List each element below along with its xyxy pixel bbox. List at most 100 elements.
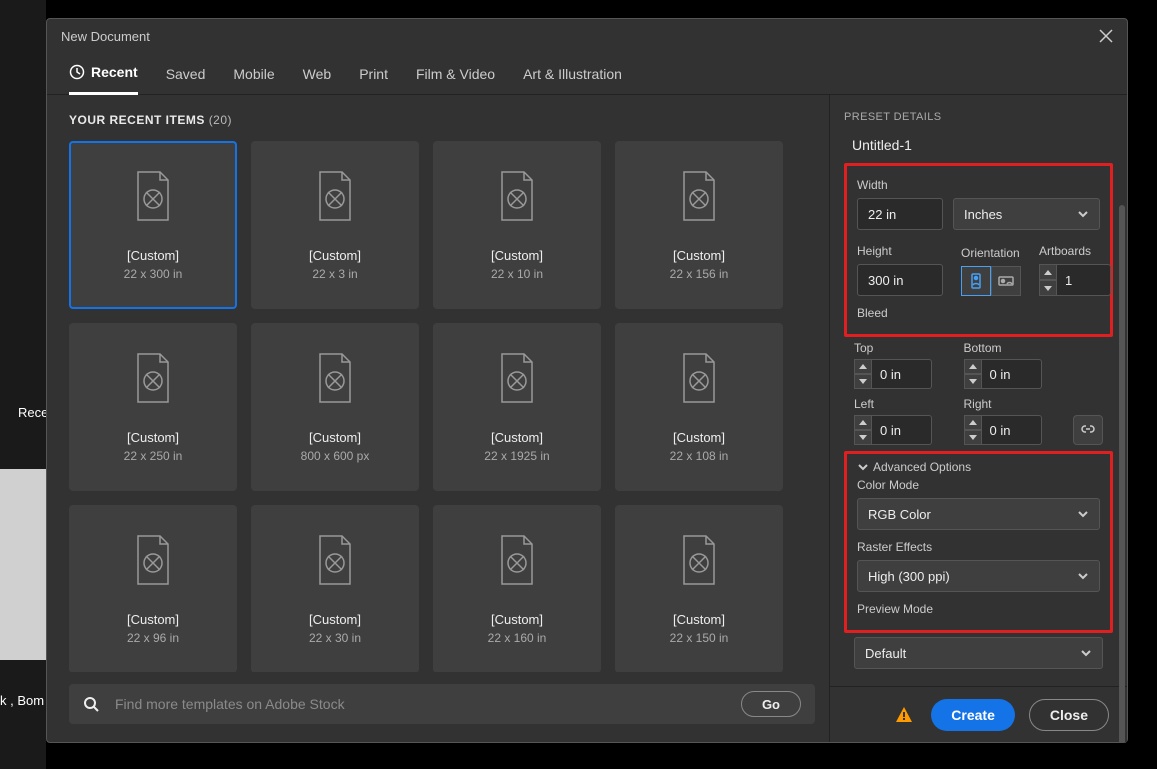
bleed-bottom-input[interactable] — [982, 359, 1042, 389]
orientation-label: Orientation — [961, 246, 1021, 260]
bleed-bottom-up[interactable] — [964, 359, 982, 374]
preset-card[interactable]: [Custom] 22 x 10 in — [433, 141, 601, 309]
dialog-footer: Create Close — [830, 686, 1127, 742]
preset-card-size: 800 x 600 px — [301, 449, 370, 463]
preset-card[interactable]: [Custom] 22 x 150 in — [615, 505, 783, 672]
preset-grid: [Custom]22 x 300 in[Custom]22 x 3 in[Cus… — [69, 141, 829, 672]
bleed-right-input[interactable] — [982, 415, 1042, 445]
preset-card[interactable]: [Custom]22 x 156 in — [615, 141, 783, 309]
preset-card-size: 22 x 96 in — [127, 631, 179, 645]
bleed-top-down[interactable] — [854, 374, 872, 389]
dimensions-highlight: Width Inches Height — [844, 163, 1113, 337]
bleed-left-input[interactable] — [872, 415, 932, 445]
preset-card-title: [Custom] — [491, 430, 543, 445]
preset-card-title: [Custom] — [127, 430, 179, 445]
height-label: Height — [857, 244, 943, 258]
bleed-top-up[interactable] — [854, 359, 872, 374]
bg-thumbnail — [0, 469, 46, 660]
preset-card[interactable]: [Custom] 22 x 108 in — [615, 323, 783, 491]
height-input[interactable] — [857, 264, 943, 296]
scrollbar[interactable] — [1119, 205, 1125, 742]
tab-recent[interactable]: Recent — [69, 53, 138, 95]
advanced-options-highlight: Advanced Options Color Mode RGB Color Ra… — [844, 451, 1113, 633]
preset-card-title: [Custom] — [673, 612, 725, 627]
recent-items-heading: YOUR RECENT ITEMS (20) — [69, 113, 829, 127]
warning-icon — [895, 706, 913, 724]
preset-card-title: [Custom] — [491, 248, 543, 263]
bleed-top-label: Top — [854, 341, 954, 355]
bleed-label: Bleed — [857, 306, 1100, 320]
preset-card-size: 22 x 150 in — [670, 631, 729, 645]
preset-card[interactable]: [Custom]22 x 1925 in — [433, 323, 601, 491]
preset-card-size: 22 x 3 in — [312, 267, 357, 281]
preview-mode-label: Preview Mode — [857, 602, 1100, 616]
bg-text: Rece — [18, 405, 48, 420]
artboards-label: Artboards — [1039, 244, 1111, 258]
artboards-input[interactable] — [1057, 264, 1111, 296]
bleed-bottom-label: Bottom — [964, 341, 1064, 355]
close-button[interactable]: Close — [1029, 699, 1109, 731]
color-mode-label: Color Mode — [857, 478, 1100, 492]
preset-card-title: [Custom] — [309, 430, 361, 445]
preset-card-size: 22 x 10 in — [491, 267, 543, 281]
advanced-options-toggle[interactable]: Advanced Options — [857, 460, 1100, 474]
tab-mobile[interactable]: Mobile — [233, 53, 274, 95]
dialog-titlebar: New Document — [47, 19, 1127, 53]
dialog-title: New Document — [61, 29, 150, 44]
color-mode-dropdown[interactable]: RGB Color — [857, 498, 1100, 530]
raster-effects-dropdown[interactable]: High (300 ppi) — [857, 560, 1100, 592]
preset-card-size: 22 x 250 in — [124, 449, 183, 463]
preset-card[interactable]: [Custom] 22 x 3 in — [251, 141, 419, 309]
go-button[interactable]: Go — [741, 691, 801, 717]
preset-card-size: 22 x 156 in — [670, 267, 729, 281]
preview-mode-dropdown[interactable]: Default — [854, 637, 1103, 669]
orientation-portrait-button[interactable] — [961, 266, 991, 296]
bleed-left-up[interactable] — [854, 415, 872, 430]
preset-card-title: [Custom] — [309, 612, 361, 627]
preset-card[interactable]: [Custom] 22 x 250 in — [69, 323, 237, 491]
units-dropdown[interactable]: Inches — [953, 198, 1100, 230]
template-search-bar: Go — [69, 684, 815, 724]
search-icon — [83, 696, 99, 712]
preset-card-title: [Custom] — [127, 612, 179, 627]
preset-card-title: [Custom] — [309, 248, 361, 263]
preset-card-title: [Custom] — [127, 248, 179, 263]
bleed-right-label: Right — [964, 397, 1064, 411]
preset-card[interactable]: [Custom]22 x 160 in — [433, 505, 601, 672]
preset-card-title: [Custom] — [491, 612, 543, 627]
bg-text: k , Bom — [0, 693, 44, 708]
bleed-right-down[interactable] — [964, 430, 982, 445]
search-input[interactable] — [115, 696, 725, 712]
preset-details-heading: PRESET DETAILS — [844, 111, 1113, 123]
preset-card[interactable]: [Custom] 800 x 600 px — [251, 323, 419, 491]
artboards-step-up[interactable] — [1039, 264, 1057, 280]
preset-card[interactable]: [Custom] 22 x 30 in — [251, 505, 419, 672]
new-document-dialog: New Document Recent Saved Mobile Web Print Fi… — [46, 18, 1128, 743]
preset-card[interactable]: [Custom] 22 x 96 in — [69, 505, 237, 672]
orientation-landscape-button[interactable] — [991, 266, 1021, 296]
document-name-field[interactable]: Untitled-1 — [844, 133, 1113, 157]
preset-card-title: [Custom] — [673, 430, 725, 445]
bleed-bottom-down[interactable] — [964, 374, 982, 389]
preset-card-size: 22 x 30 in — [309, 631, 361, 645]
tab-art-illustration[interactable]: Art & Illustration — [523, 53, 622, 95]
preset-card-size: 22 x 108 in — [670, 449, 729, 463]
tab-web[interactable]: Web — [303, 53, 332, 95]
artboards-step-down[interactable] — [1039, 280, 1057, 296]
width-label: Width — [857, 178, 1100, 192]
tab-saved[interactable]: Saved — [166, 53, 206, 95]
bleed-left-down[interactable] — [854, 430, 872, 445]
tab-film-video[interactable]: Film & Video — [416, 53, 495, 95]
bleed-right-up[interactable] — [964, 415, 982, 430]
create-button[interactable]: Create — [931, 699, 1015, 731]
category-tabs: Recent Saved Mobile Web Print Film & Video Art… — [47, 53, 1127, 95]
width-input[interactable] — [857, 198, 943, 230]
tab-print[interactable]: Print — [359, 53, 388, 95]
link-bleed-button[interactable] — [1073, 415, 1103, 445]
preset-card[interactable]: [Custom]22 x 300 in — [69, 141, 237, 309]
raster-effects-label: Raster Effects — [857, 540, 1100, 554]
bleed-section: Top Bottom — [844, 341, 1113, 445]
bleed-top-input[interactable] — [872, 359, 932, 389]
preset-details-panel: PRESET DETAILS Untitled-1 Width Inches H… — [829, 95, 1127, 742]
close-icon[interactable] — [1099, 29, 1113, 43]
